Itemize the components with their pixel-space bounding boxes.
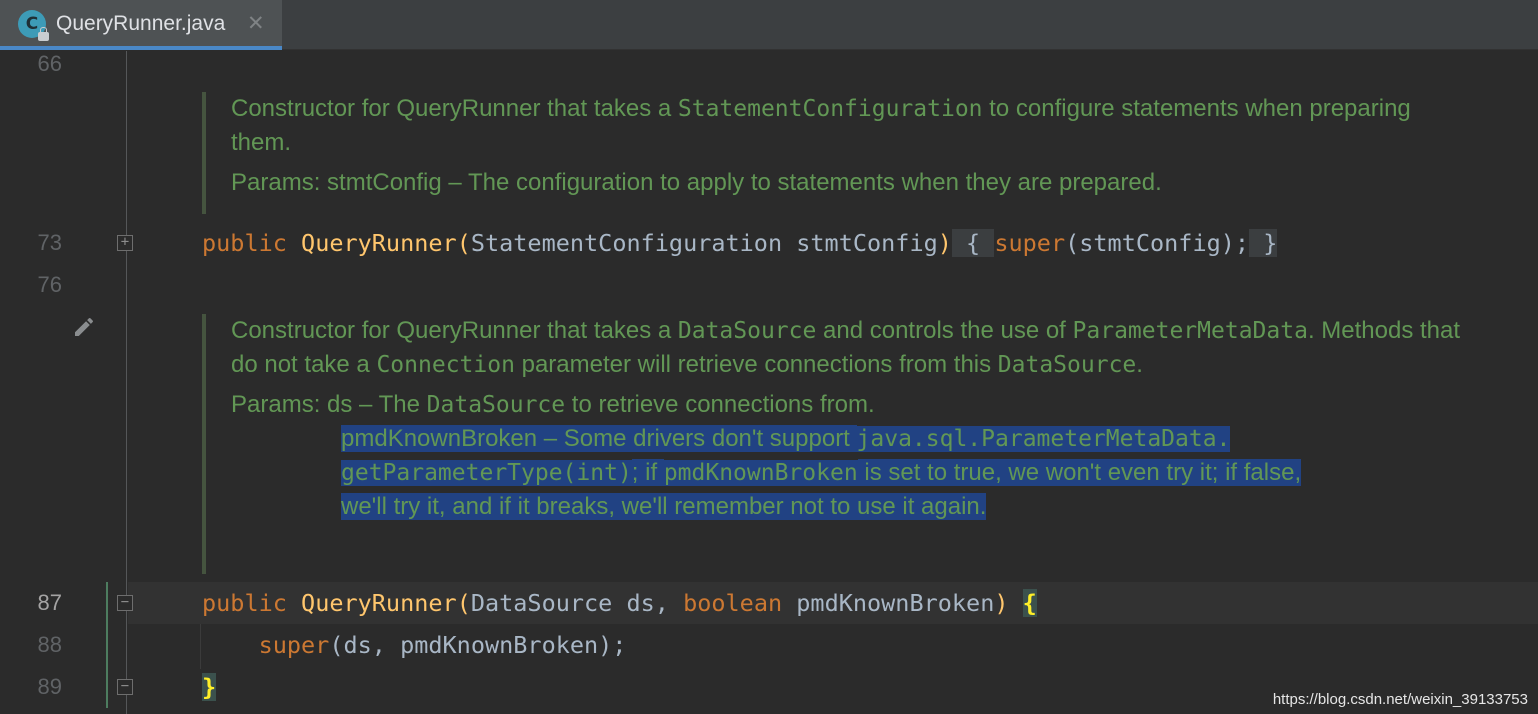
code-line-87[interactable]: public QueryRunner(DataSource ds, boolea…	[202, 588, 1037, 618]
editor-tab-bar: C QueryRunner.java ✕	[0, 0, 1538, 50]
matched-brace: {	[1022, 589, 1037, 617]
doc-description: Constructor for QueryRunner that takes a…	[231, 317, 1461, 378]
fold-collapse-icon[interactable]: −	[117, 595, 133, 611]
line-number: 88	[37, 632, 62, 657]
fold-collapse-icon[interactable]: −	[117, 679, 133, 695]
tab-title: QueryRunner.java	[56, 12, 226, 35]
folded-brace[interactable]: {	[951, 229, 995, 257]
tab-queryrunner-java[interactable]: C QueryRunner.java ✕	[0, 0, 282, 50]
doc-params: Params: stmtConfig – The configuration t…	[231, 169, 1162, 196]
edit-pencil-icon[interactable]	[72, 315, 96, 339]
line-number: 66	[37, 51, 62, 76]
fold-expand-icon[interactable]: +	[117, 235, 133, 251]
java-class-icon: C	[18, 10, 49, 41]
code-line-89[interactable]: }	[202, 672, 217, 702]
line-number-current: 87	[37, 590, 62, 615]
close-icon[interactable]: ✕	[247, 10, 265, 38]
rendered-javadoc: Constructor for QueryRunner that takes a…	[202, 92, 1422, 214]
line-number: 76	[37, 272, 62, 297]
vcs-change-marker[interactable]	[106, 582, 108, 708]
indent-guide	[200, 624, 201, 669]
watermark-url: https://blog.csdn.net/weixin_39133753	[1272, 691, 1528, 708]
line-number: 89	[37, 674, 62, 699]
code-line-73[interactable]: public QueryRunner(StatementConfiguratio…	[202, 228, 1278, 258]
matched-brace: }	[202, 673, 217, 701]
doc-params: Params: ds – The DataSource to retrieve …	[231, 391, 875, 418]
doc-description: Constructor for QueryRunner that takes a…	[231, 95, 1411, 156]
code-line-88[interactable]: super(ds, pmdKnownBroken);	[202, 630, 627, 660]
doc-param-selected[interactable]: pmdKnownBroken – Some drivers don't supp…	[231, 422, 1472, 524]
rendered-javadoc: Constructor for QueryRunner that takes a…	[202, 314, 1472, 574]
code-editor[interactable]: 66 73 76 87 88 89 + − − Constructor for …	[0, 51, 1538, 714]
folded-brace[interactable]: }	[1249, 229, 1278, 257]
gutter-divider	[126, 51, 127, 714]
lock-icon	[38, 27, 49, 41]
line-number: 73	[37, 230, 62, 255]
